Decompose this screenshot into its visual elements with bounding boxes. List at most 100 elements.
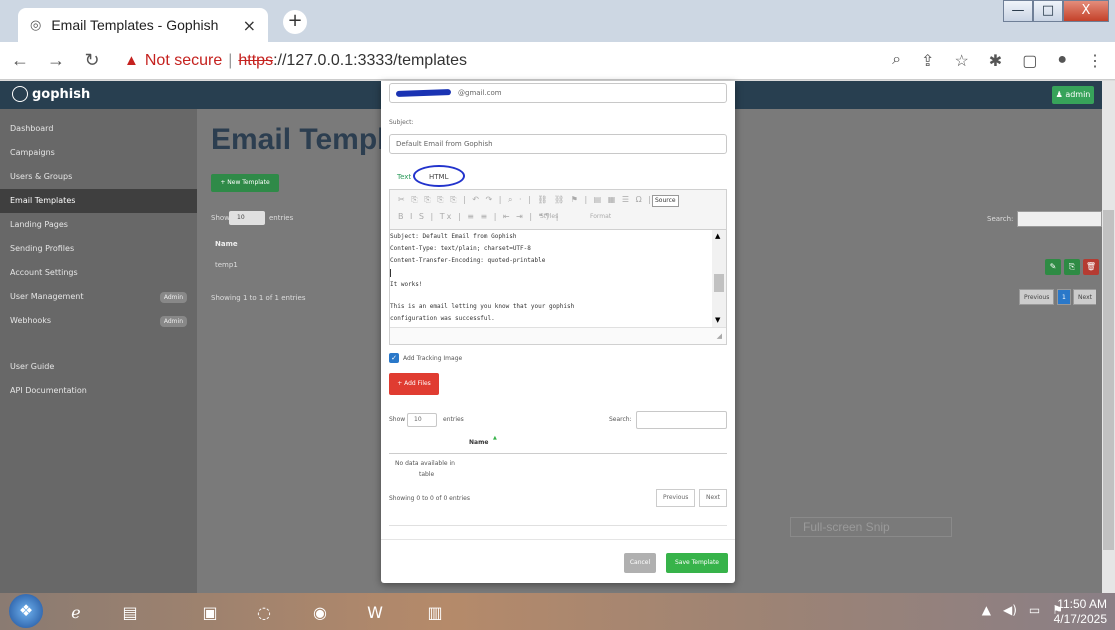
sidebar-item-landing-pages[interactable]: Landing Pages bbox=[0, 213, 197, 237]
search-input[interactable] bbox=[1017, 211, 1102, 227]
delete-icon[interactable]: 🗑 bbox=[1083, 259, 1099, 275]
sidebar-item-users-groups[interactable]: Users & Groups bbox=[0, 165, 197, 189]
name-column-header[interactable]: Name bbox=[215, 240, 238, 248]
page-length-select[interactable]: 10 bbox=[229, 211, 265, 225]
window-app-icon[interactable]: ▥ bbox=[415, 596, 455, 628]
system-tray: ▲ ◀) ▭ ⚑ bbox=[982, 603, 1063, 617]
loading-app-icon[interactable]: ◌ bbox=[244, 596, 284, 628]
maximize-button[interactable]: □ bbox=[1033, 0, 1063, 22]
network-icon[interactable]: ▭ bbox=[1029, 603, 1040, 617]
browser-tab[interactable]: ◎ Email Templates - Gophish × bbox=[18, 8, 268, 42]
minimize-button[interactable]: — bbox=[1003, 0, 1033, 22]
address-bar-row: ← → ↻ ▲ Not secure | https://127.0.0.1:3… bbox=[0, 42, 1115, 80]
new-tab-button[interactable]: + bbox=[283, 10, 307, 34]
not-secure-label[interactable]: Not secure bbox=[145, 52, 222, 70]
envelope-sender-field[interactable]: @gmail.com bbox=[389, 83, 727, 103]
table-row-name[interactable]: temp1 bbox=[215, 261, 238, 269]
scroll-up-icon[interactable]: ▲ bbox=[715, 232, 720, 240]
editor-line: Content-Type: text/plain; charset=UTF-8 bbox=[390, 245, 531, 252]
previous-page-button[interactable]: Previous bbox=[1019, 289, 1055, 305]
page-1-button[interactable]: 1 bbox=[1057, 289, 1071, 305]
cancel-button[interactable]: Cancel bbox=[624, 553, 656, 573]
edit-icon[interactable]: ✎ bbox=[1045, 259, 1061, 275]
editor-line: Content-Transfer-Encoding: quoted-printa… bbox=[390, 257, 546, 264]
sidebar-item-dashboard[interactable]: Dashboard bbox=[0, 117, 197, 141]
html-editor[interactable]: Subject: Default Email from Gophish Cont… bbox=[389, 229, 727, 345]
url-path: ://127.0.0.1:3333/templates bbox=[273, 51, 467, 69]
subject-label: Subject: bbox=[389, 119, 414, 126]
zoom-icon[interactable]: ⌕ bbox=[892, 51, 901, 71]
internet-explorer-icon[interactable]: ℯ bbox=[56, 596, 96, 628]
editor-line: configuration was successful. bbox=[390, 315, 495, 322]
clock-date: 4/17/2025 bbox=[1053, 612, 1107, 626]
attachments-previous-button[interactable]: Previous bbox=[656, 489, 696, 507]
start-button-icon[interactable]: ❖ bbox=[9, 594, 43, 628]
add-files-button[interactable]: + Add Files bbox=[389, 373, 439, 395]
side-panel-icon[interactable]: ▢ bbox=[1022, 51, 1037, 71]
table-divider bbox=[389, 453, 727, 454]
attachments-search-input[interactable] bbox=[636, 411, 727, 429]
sidebar-item-user-management[interactable]: User Management Admin bbox=[0, 285, 197, 309]
scroll-down-icon[interactable]: ▼ bbox=[715, 316, 720, 324]
next-page-button[interactable]: Next bbox=[1073, 289, 1096, 305]
format-dropdown[interactable]: Format bbox=[590, 213, 611, 220]
brand[interactable]: gophish bbox=[12, 86, 90, 102]
sidebar-item-user-guide[interactable]: User Guide bbox=[0, 355, 197, 379]
full-screen-snip-label[interactable]: Full-screen Snip bbox=[790, 517, 952, 537]
attachments-name-header[interactable]: Name bbox=[469, 439, 488, 446]
sidebar-item-label: Dashboard bbox=[10, 124, 54, 133]
tab-close-icon[interactable]: × bbox=[243, 16, 256, 35]
editor-resize-bar[interactable]: ◢ bbox=[390, 327, 726, 344]
sidebar-item-label: API Documentation bbox=[10, 386, 87, 395]
extensions-icon[interactable]: ✱ bbox=[989, 51, 1002, 71]
sidebar-item-email-templates[interactable]: Email Templates bbox=[0, 189, 197, 213]
sidebar-item-api-documentation[interactable]: API Documentation bbox=[0, 379, 197, 403]
forward-icon[interactable]: → bbox=[46, 50, 66, 71]
brand-name: gophish bbox=[32, 86, 91, 102]
show-label: Show bbox=[389, 416, 406, 423]
show-hidden-icons-icon[interactable]: ▲ bbox=[982, 603, 991, 617]
editor-scrollbar[interactable]: ▲ ▼ bbox=[712, 230, 726, 327]
file-explorer-icon[interactable]: ▤ bbox=[110, 596, 150, 628]
url-text: https://127.0.0.1:3333/templates bbox=[238, 52, 467, 70]
source-button[interactable]: Source bbox=[652, 195, 679, 207]
browser-menu-icon[interactable]: ⋮ bbox=[1087, 51, 1103, 71]
tracking-image-checkbox[interactable]: ✓ bbox=[389, 353, 399, 363]
no-data-text: No data available in bbox=[395, 460, 455, 467]
reload-icon[interactable]: ↻ bbox=[82, 50, 102, 71]
editor-caret bbox=[390, 269, 391, 277]
bookmark-star-icon[interactable]: ☆ bbox=[954, 51, 968, 71]
wps-office-icon[interactable]: W bbox=[355, 596, 395, 628]
close-window-button[interactable]: X bbox=[1063, 0, 1109, 22]
sidebar-item-campaigns[interactable]: Campaigns bbox=[0, 141, 197, 165]
new-template-button[interactable]: + New Template bbox=[211, 174, 279, 192]
system-clock[interactable]: 11:50 AM 4/17/2025 bbox=[1054, 597, 1107, 627]
section-divider bbox=[389, 525, 727, 526]
attachments-page-length-select[interactable]: 10 bbox=[407, 413, 437, 427]
admin-menu-button[interactable]: ♟ admin bbox=[1052, 86, 1094, 104]
url-field[interactable]: ▲ Not secure | https://127.0.0.1:3333/te… bbox=[124, 45, 824, 76]
save-template-button[interactable]: Save Template bbox=[666, 553, 728, 573]
subject-input[interactable]: Default Email from Gophish bbox=[389, 134, 727, 154]
gophish-logo-icon bbox=[12, 86, 28, 102]
editor-scrollbar-thumb[interactable] bbox=[714, 274, 724, 292]
chrome-icon[interactable]: ◉ bbox=[300, 596, 340, 628]
back-icon[interactable]: ← bbox=[10, 50, 30, 71]
sidebar-item-sending-profiles[interactable]: Sending Profiles bbox=[0, 237, 197, 261]
toolbar-row-1[interactable]: ✂ ⎘ ⎘ ⎘ ⎘ | ↶ ↷ | ⌕ · | ⛓ ⛓ ⚑ | ▤ ▦ ☰ Ω … bbox=[398, 195, 674, 205]
media-app-icon[interactable]: ▣ bbox=[190, 596, 230, 628]
url-separator: | bbox=[228, 51, 233, 69]
resize-handle-icon[interactable]: ◢ bbox=[717, 332, 722, 340]
sidebar-item-account-settings[interactable]: Account Settings bbox=[0, 261, 197, 285]
sidebar-item-webhooks[interactable]: Webhooks Admin bbox=[0, 309, 197, 333]
profile-avatar-icon[interactable]: ● bbox=[1057, 51, 1067, 71]
volume-icon[interactable]: ◀) bbox=[1003, 603, 1017, 617]
attachments-next-button[interactable]: Next bbox=[699, 489, 727, 507]
tab-text[interactable]: Text bbox=[397, 173, 411, 181]
page-scrollbar-thumb[interactable] bbox=[1103, 210, 1114, 550]
sidebar-item-label: Account Settings bbox=[10, 268, 78, 277]
styles-dropdown[interactable]: Styles bbox=[540, 213, 558, 220]
toolbar-row-2[interactable]: B I S | Tx | ≡ ≡ | ⇤ ⇥ | ❝❞ | bbox=[398, 212, 561, 221]
share-icon[interactable]: ⇪ bbox=[921, 51, 934, 71]
copy-icon[interactable]: ⎘ bbox=[1064, 259, 1080, 275]
